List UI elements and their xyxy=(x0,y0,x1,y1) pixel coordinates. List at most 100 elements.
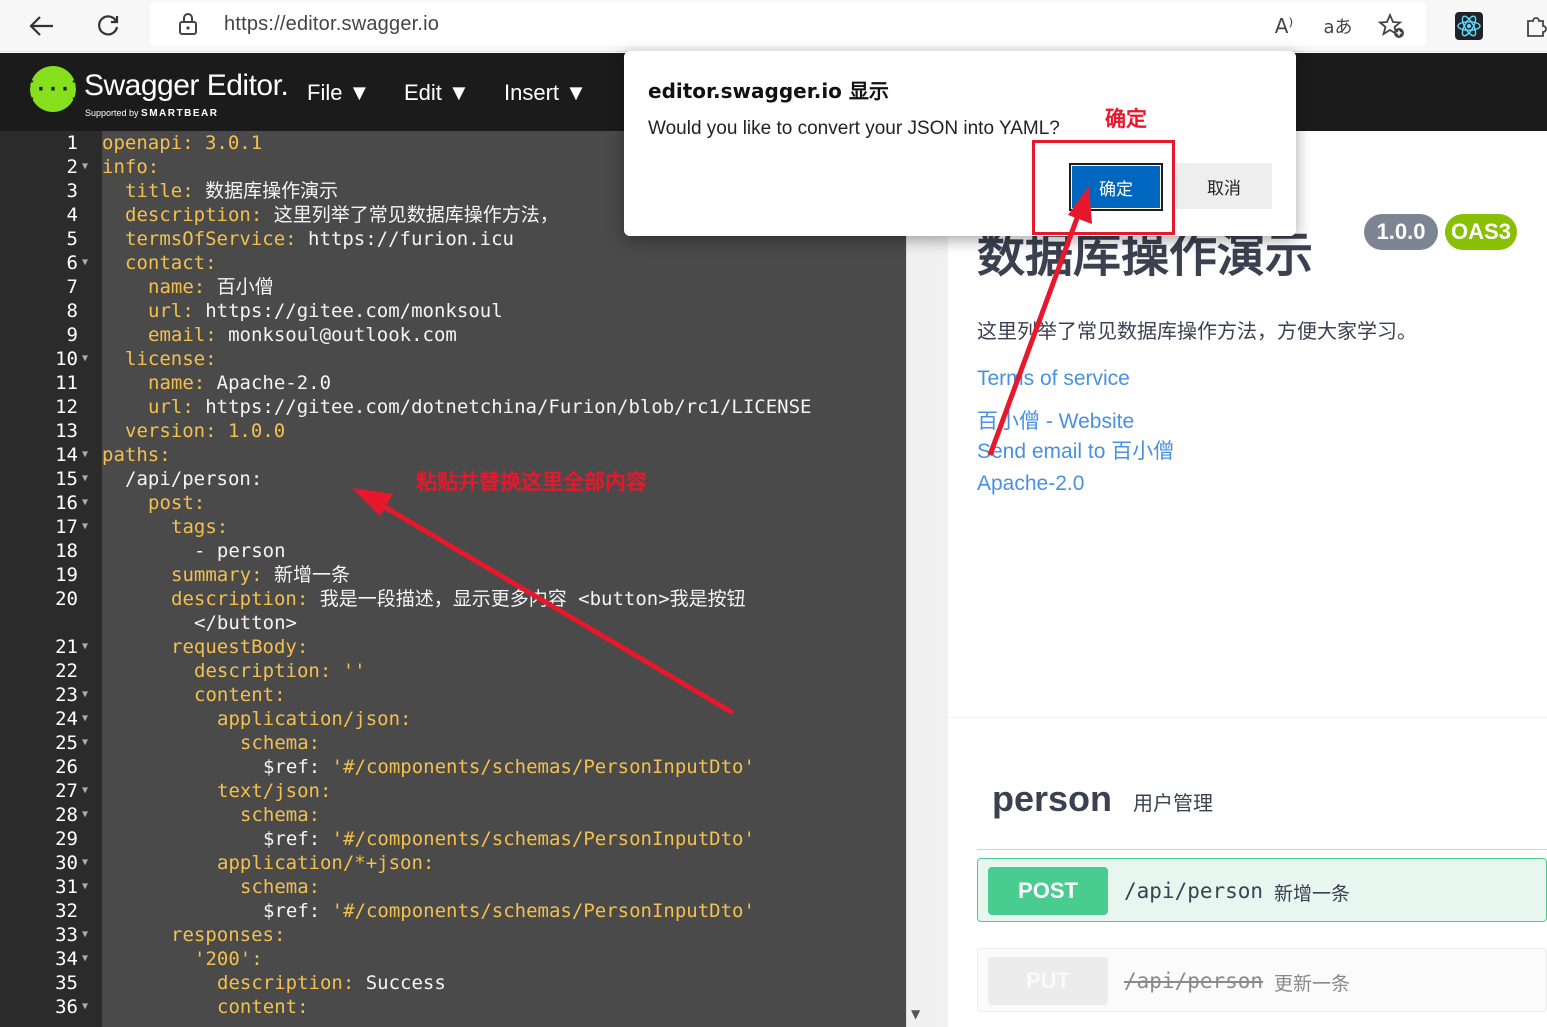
yaml-value: 3.0.1 xyxy=(204,132,263,154)
back-arrow-icon[interactable] xyxy=(24,8,60,44)
line-number: 13 xyxy=(55,420,78,442)
code-line[interactable]: 18 - person xyxy=(0,539,906,563)
code-line[interactable]: 17 ▼ tags: xyxy=(0,515,906,539)
api-description: 这里列举了常见数据库操作方法，方便大家学习。 xyxy=(977,319,1417,343)
refresh-icon[interactable] xyxy=(90,8,126,44)
code-line[interactable]: 25 ▼ schema: xyxy=(0,731,906,755)
code-line[interactable]: 35 description: Success xyxy=(0,971,906,995)
fold-arrow-icon[interactable]: ▼ xyxy=(82,491,88,515)
code-text: url: https://gitee.com/dotnetchina/Furio… xyxy=(148,395,811,419)
code-line[interactable]: 24 ▼ application/json: xyxy=(0,707,906,731)
yaml-key: application/json xyxy=(217,708,401,730)
code-line[interactable]: 11 name: Apache-2.0 xyxy=(0,371,906,395)
code-line[interactable]: 28 ▼ schema: xyxy=(0,803,906,827)
fold-arrow-icon[interactable]: ▼ xyxy=(82,803,88,827)
yaml-key: contact xyxy=(125,252,206,274)
menu-insert[interactable]: Insert ▼ xyxy=(504,80,587,106)
fold-arrow-icon[interactable]: ▼ xyxy=(82,731,88,755)
menu-file[interactable]: File ▼ xyxy=(307,80,370,106)
code-line[interactable]: 21 ▼ requestBody: xyxy=(0,635,906,659)
code-line[interactable]: 26 $ref: '#/components/schemas/PersonInpu… xyxy=(0,755,906,779)
translate-icon[interactable]: aあ xyxy=(1320,8,1356,44)
code-line[interactable]: 14 ▼ paths: xyxy=(0,443,906,467)
yaml-key: version xyxy=(125,420,206,442)
yaml-value: '#/components/schemas/PersonInputDto' xyxy=(331,828,755,850)
fold-arrow-icon[interactable]: ▼ xyxy=(82,443,88,467)
read-aloud-icon[interactable]: A⁾ xyxy=(1266,8,1302,44)
code-line[interactable]: 9 email: monksoul@outlook.com xyxy=(0,323,906,347)
fold-arrow-icon[interactable]: ▼ xyxy=(82,155,88,179)
code-line[interactable]: 7 name: 百小僧 xyxy=(0,275,906,299)
code-line[interactable]: 30 ▼ application/*+json: xyxy=(0,851,906,875)
line-number: 27 xyxy=(55,780,78,802)
code-line[interactable]: 10 ▼ license: xyxy=(0,347,906,371)
lock-icon[interactable] xyxy=(178,12,198,36)
yaml-key: content xyxy=(194,684,275,706)
code-line[interactable]: 36 ▼ content: xyxy=(0,995,906,1019)
fold-arrow-icon[interactable]: ▼ xyxy=(82,683,88,707)
yaml-value: Success xyxy=(365,972,446,994)
code-line[interactable]: 29 $ref: '#/components/schemas/PersonInpu… xyxy=(0,827,906,851)
code-line[interactable]: 20 description: 我是一段描述，显示更多内容 <button>我是按… xyxy=(0,587,906,611)
yaml-value: monksoul@outlook.com xyxy=(228,324,457,346)
dialog-title: editor.swagger.io 显示 xyxy=(648,79,889,103)
yaml-key: tags xyxy=(171,516,217,538)
swagger-logo-icon[interactable]: {···} xyxy=(23,66,83,112)
yaml-key: license xyxy=(125,348,206,370)
code-line[interactable]: 33 ▼ responses: xyxy=(0,923,906,947)
code-text: - person xyxy=(194,539,286,563)
code-line[interactable]: 32 $ref: '#/components/schemas/PersonInpu… xyxy=(0,899,906,923)
code-text: description: Success xyxy=(217,971,446,995)
yaml-separator: : xyxy=(147,156,160,178)
code-text: contact: xyxy=(125,251,217,275)
fold-arrow-icon[interactable]: ▼ xyxy=(82,707,88,731)
dialog-cancel-button[interactable]: 取消 xyxy=(1176,163,1272,209)
address-bar[interactable]: https://editor.swagger.io xyxy=(150,2,1426,46)
fold-arrow-icon[interactable]: ▼ xyxy=(82,875,88,899)
fold-arrow-icon[interactable]: ▼ xyxy=(82,947,88,971)
code-line[interactable]: 27 ▼ text/json: xyxy=(0,779,906,803)
fold-arrow-icon[interactable]: ▼ xyxy=(82,515,88,539)
menu-edit[interactable]: Edit ▼ xyxy=(404,80,470,106)
code-line[interactable]: 12 url: https://gitee.com/dotnetchina/Fur… xyxy=(0,395,906,419)
swagger-editor-title[interactable]: Swagger Editor. xyxy=(84,69,289,103)
fold-arrow-icon[interactable]: ▼ xyxy=(82,347,88,371)
fold-arrow-icon[interactable]: ▼ xyxy=(82,779,88,803)
code-line[interactable]: 6 ▼ contact: xyxy=(0,251,906,275)
contact-email-link[interactable]: Send email to 百小僧 xyxy=(977,435,1174,465)
code-text: $ref: '#/components/schemas/PersonInputD… xyxy=(263,899,755,923)
react-devtools-icon[interactable] xyxy=(1451,8,1487,44)
code-text: description: '' xyxy=(194,659,366,683)
scroll-down-arrow-icon[interactable]: ▼ xyxy=(911,1007,920,1021)
code-text: $ref: '#/components/schemas/PersonInputD… xyxy=(263,827,755,851)
tag-name[interactable]: person xyxy=(992,778,1112,820)
contact-website-link[interactable]: 百小僧 - Website xyxy=(977,405,1134,435)
code-line[interactable]: 19 summary: 新增一条 xyxy=(0,563,906,587)
code-line[interactable]: 13 version: 1.0.0 xyxy=(0,419,906,443)
yaml-editor[interactable]: 1 openapi: 3.0.1 2 ▼ info: 3 title: 数据库操作演示 4 de… xyxy=(0,131,906,1027)
fold-arrow-icon[interactable]: ▼ xyxy=(82,467,88,491)
operation-post[interactable]: POST /api/person 新增一条 xyxy=(977,858,1547,922)
license-link[interactable]: Apache-2.0 xyxy=(977,472,1084,496)
code-line[interactable]: 31 ▼ schema: xyxy=(0,875,906,899)
operation-put[interactable]: PUT /api/person 更新一条 xyxy=(977,948,1547,1012)
code-line[interactable]: 8 url: https://gitee.com/monksoul xyxy=(0,299,906,323)
code-line[interactable]: 23 ▼ content: xyxy=(0,683,906,707)
extensions-icon[interactable] xyxy=(1518,8,1547,44)
fold-arrow-icon[interactable]: ▼ xyxy=(82,851,88,875)
terms-of-service-link[interactable]: Terms of service xyxy=(977,367,1130,391)
code-text: schema: xyxy=(240,731,320,755)
yaml-key: name xyxy=(148,276,194,298)
code-line[interactable]: </button> xyxy=(0,611,906,635)
favorite-add-icon[interactable] xyxy=(1374,8,1410,44)
code-line[interactable]: 34 ▼ '200': xyxy=(0,947,906,971)
fold-arrow-icon[interactable]: ▼ xyxy=(82,923,88,947)
fold-arrow-icon[interactable]: ▼ xyxy=(82,995,88,1019)
fold-arrow-icon[interactable]: ▼ xyxy=(82,251,88,275)
code-line[interactable]: 22 description: '' xyxy=(0,659,906,683)
code-text: responses: xyxy=(171,923,285,947)
url-text[interactable]: https://editor.swagger.io xyxy=(224,13,439,36)
yaml-key: schema xyxy=(240,804,309,826)
editor-scrollbar[interactable] xyxy=(906,131,930,1027)
fold-arrow-icon[interactable]: ▼ xyxy=(82,635,88,659)
